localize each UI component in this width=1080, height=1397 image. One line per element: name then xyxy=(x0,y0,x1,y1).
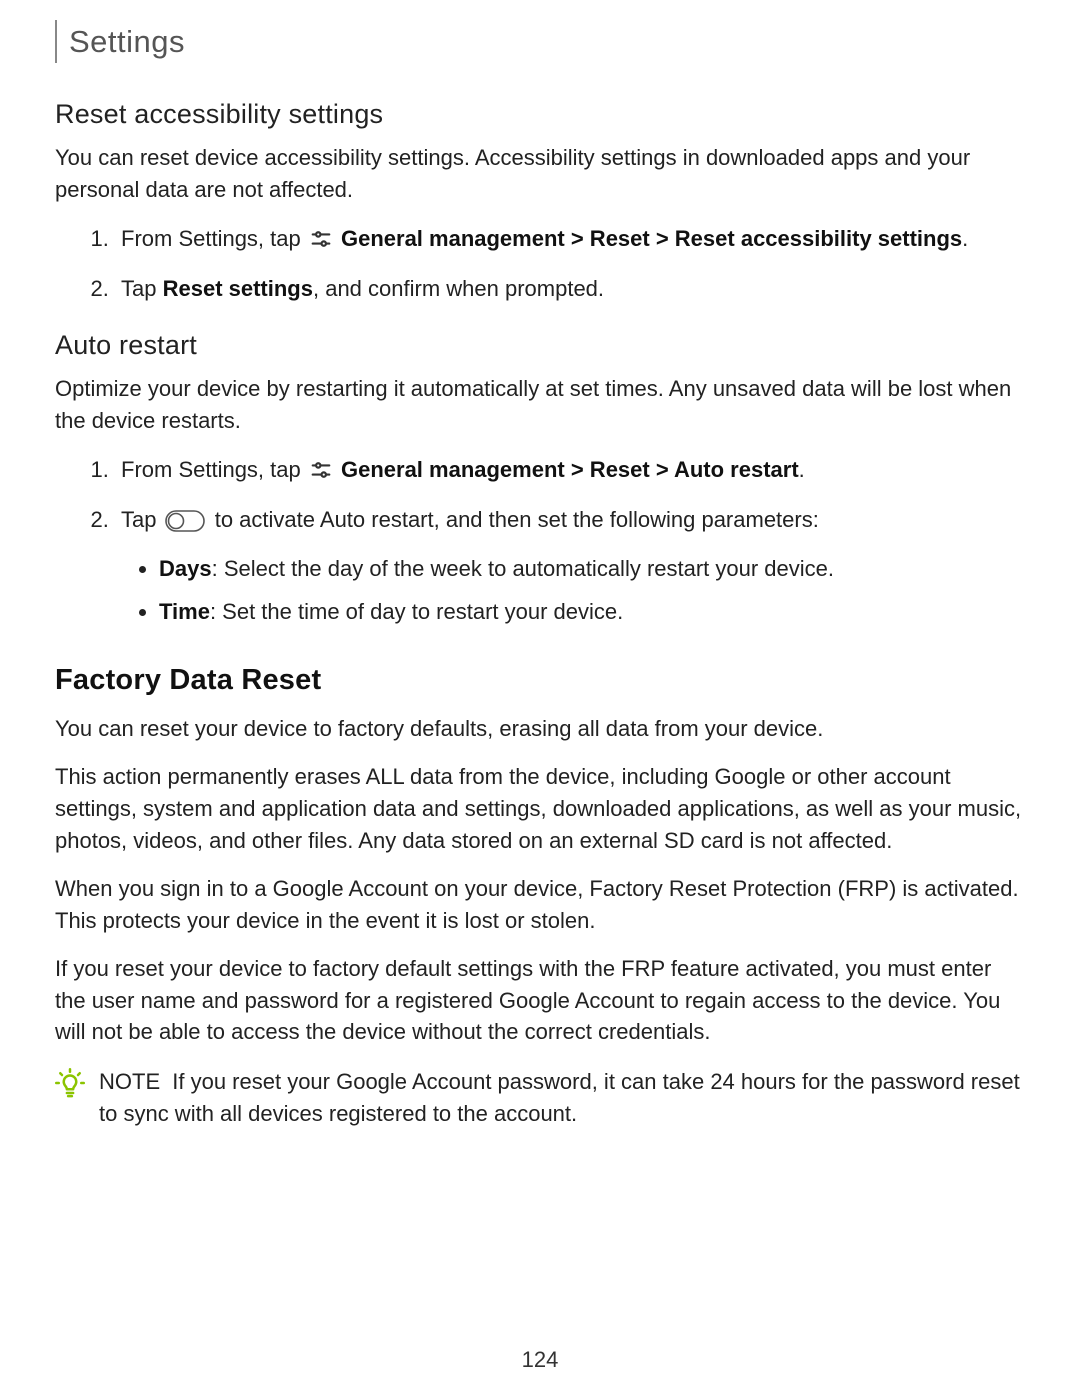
step-text: Tap xyxy=(121,507,163,532)
sliders-icon xyxy=(310,226,332,260)
sub-bullet-item: Days: Select the day of the week to auto… xyxy=(159,552,1025,585)
step-item: From Settings, tap General management > … xyxy=(115,453,1025,491)
step-suffix: . xyxy=(799,457,805,482)
step-item: From Settings, tap General management > … xyxy=(115,222,1025,260)
page: Settings Reset accessibility settings Yo… xyxy=(0,0,1080,1397)
heading-auto-restart: Auto restart xyxy=(55,330,1025,361)
step-suffix: . xyxy=(962,226,968,251)
step-item: Tap to activate Auto restart, and then s… xyxy=(115,503,1025,628)
step-bold: General management > Reset > Reset acces… xyxy=(341,226,962,251)
steps-reset-accessibility: From Settings, tap General management > … xyxy=(55,222,1025,306)
sliders-icon xyxy=(310,457,332,491)
note-label: NOTE xyxy=(99,1069,160,1094)
step-bold: Reset settings xyxy=(163,276,313,301)
sub-bullet-item: Time: Set the time of day to restart you… xyxy=(159,595,1025,628)
steps-auto-restart: From Settings, tap General management > … xyxy=(55,453,1025,628)
doc-section-title: Settings xyxy=(55,20,1025,63)
intro-reset-accessibility: You can reset device accessibility setti… xyxy=(55,142,1025,206)
sub-bullets: Days: Select the day of the week to auto… xyxy=(121,552,1025,628)
note-text: NOTE If you reset your Google Account pa… xyxy=(99,1066,1025,1130)
step-suffix: , and confirm when prompted. xyxy=(313,276,604,301)
note-body: If you reset your Google Account passwor… xyxy=(99,1069,1020,1126)
bullet-text: : Set the time of day to restart your de… xyxy=(210,599,623,624)
bullet-bold: Days xyxy=(159,556,212,581)
page-number: 124 xyxy=(0,1347,1080,1373)
step-item: Tap Reset settings, and confirm when pro… xyxy=(115,272,1025,306)
heading-reset-accessibility: Reset accessibility settings xyxy=(55,99,1025,130)
bullet-text: : Select the day of the week to automati… xyxy=(212,556,834,581)
factory-p4: If you reset your device to factory defa… xyxy=(55,953,1025,1049)
note-block: NOTE If you reset your Google Account pa… xyxy=(55,1066,1025,1130)
step-text: Tap xyxy=(121,276,163,301)
factory-p2: This action permanently erases ALL data … xyxy=(55,761,1025,857)
toggle-off-icon xyxy=(165,508,205,542)
bullet-bold: Time xyxy=(159,599,210,624)
lightbulb-icon xyxy=(55,1068,85,1103)
heading-factory-data-reset: Factory Data Reset xyxy=(55,664,1025,697)
step-bold: General management > Reset > Auto restar… xyxy=(341,457,799,482)
step-text: From Settings, tap xyxy=(121,457,307,482)
factory-p1: You can reset your device to factory def… xyxy=(55,713,1025,745)
intro-auto-restart: Optimize your device by restarting it au… xyxy=(55,373,1025,437)
factory-p3: When you sign in to a Google Account on … xyxy=(55,873,1025,937)
step-suffix: to activate Auto restart, and then set t… xyxy=(215,507,819,532)
step-text: From Settings, tap xyxy=(121,226,307,251)
